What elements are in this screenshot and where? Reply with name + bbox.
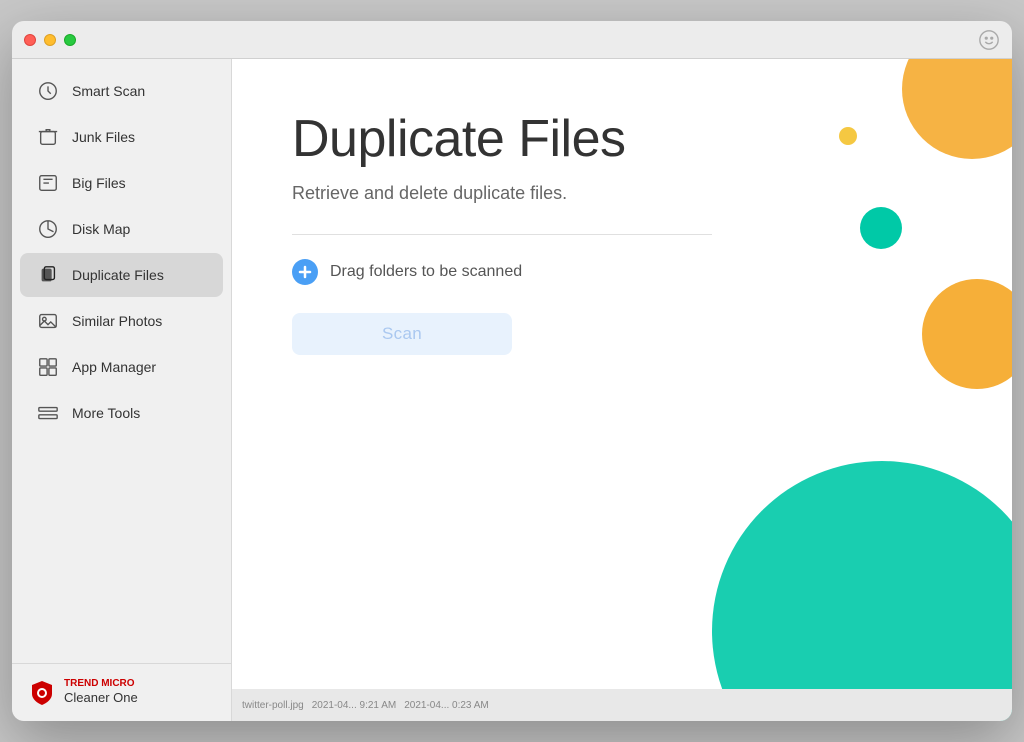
brand-logo: TREND MICRO Cleaner One xyxy=(28,678,138,707)
sidebar: Smart Scan Junk Files Big Files xyxy=(12,59,232,721)
disk-map-icon xyxy=(36,217,60,241)
main-inner: Duplicate Files Retrieve and delete dupl… xyxy=(232,59,1012,405)
sidebar-item-more-tools[interactable]: More Tools xyxy=(20,391,223,435)
sidebar-item-label: Disk Map xyxy=(72,221,130,237)
similar-photos-icon xyxy=(36,309,60,333)
divider xyxy=(292,234,712,235)
more-tools-icon xyxy=(36,401,60,425)
sidebar-item-label: Big Files xyxy=(72,175,126,191)
page-subtitle: Retrieve and delete duplicate files. xyxy=(292,183,952,204)
sidebar-item-label: Smart Scan xyxy=(72,83,145,99)
scan-button[interactable]: Scan xyxy=(292,313,512,355)
sidebar-item-big-files[interactable]: Big Files xyxy=(20,161,223,205)
main-content: Duplicate Files Retrieve and delete dupl… xyxy=(232,59,1012,721)
add-folder-button[interactable] xyxy=(292,259,318,285)
junk-files-icon xyxy=(36,125,60,149)
sidebar-item-label: Similar Photos xyxy=(72,313,162,329)
big-files-icon xyxy=(36,171,60,195)
smart-scan-icon xyxy=(36,79,60,103)
sidebar-footer: TREND MICRO Cleaner One xyxy=(12,663,231,721)
deco-circle-teal-large xyxy=(712,461,1012,721)
sidebar-item-label: Junk Files xyxy=(72,129,135,145)
page-title: Duplicate Files xyxy=(292,109,952,169)
taskbar-item-filename: twitter-poll.jpg xyxy=(242,700,304,711)
app-window: Smart Scan Junk Files Big Files xyxy=(12,21,1012,721)
app-manager-icon xyxy=(36,355,60,379)
minimize-button[interactable] xyxy=(44,34,56,46)
sidebar-item-label: Duplicate Files xyxy=(72,267,164,283)
brand-trend-micro: TREND MICRO xyxy=(64,678,138,689)
app-header-icon xyxy=(978,29,1000,51)
sidebar-item-disk-map[interactable]: Disk Map xyxy=(20,207,223,251)
brand-app-name: Cleaner One xyxy=(64,690,138,705)
trend-micro-logo-icon xyxy=(28,679,56,707)
sidebar-item-junk-files[interactable]: Junk Files xyxy=(20,115,223,159)
maximize-button[interactable] xyxy=(64,34,76,46)
drag-label: Drag folders to be scanned xyxy=(330,263,522,281)
sidebar-item-smart-scan[interactable]: Smart Scan xyxy=(20,69,223,113)
close-button[interactable] xyxy=(24,34,36,46)
taskbar-item-date1: 2021-04... 9:21 AM xyxy=(312,700,397,711)
sidebar-nav: Smart Scan Junk Files Big Files xyxy=(12,59,231,663)
app-body: Smart Scan Junk Files Big Files xyxy=(12,59,1012,721)
sidebar-item-duplicate-files[interactable]: Duplicate Files xyxy=(20,253,223,297)
drag-area[interactable]: Drag folders to be scanned xyxy=(292,259,952,285)
sidebar-item-label: More Tools xyxy=(72,405,140,421)
sidebar-item-app-manager[interactable]: App Manager xyxy=(20,345,223,389)
title-bar xyxy=(12,21,1012,59)
taskbar-item-date2: 2021-04... 0:23 AM xyxy=(404,700,489,711)
sidebar-item-similar-photos[interactable]: Similar Photos xyxy=(20,299,223,343)
brand-text-group: TREND MICRO Cleaner One xyxy=(64,678,138,707)
taskbar-hint: twitter-poll.jpg 2021-04... 9:21 AM 2021… xyxy=(232,689,1012,721)
sidebar-item-label: App Manager xyxy=(72,359,156,375)
duplicate-files-icon xyxy=(36,263,60,287)
